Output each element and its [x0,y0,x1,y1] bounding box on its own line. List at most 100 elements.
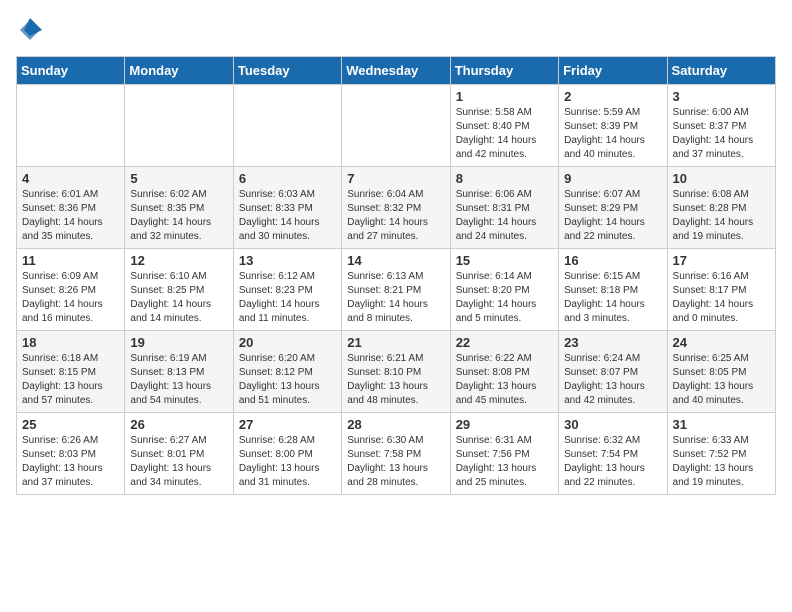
day-info: Sunrise: 6:32 AM Sunset: 7:54 PM Dayligh… [564,434,661,490]
day-info: Sunrise: 6:30 AM Sunset: 7:58 PM Dayligh… [347,434,444,490]
calendar-cell: 25 Sunrise: 6:26 AM Sunset: 8:03 PM Dayli… [17,413,125,495]
day-number: 16 [564,253,661,268]
calendar-cell: 24 Sunrise: 6:25 AM Sunset: 8:05 PM Dayli… [667,331,775,413]
day-info: Sunrise: 6:27 AM Sunset: 8:01 PM Dayligh… [130,434,227,490]
weekday-header-friday: Friday [559,57,667,85]
calendar-cell [342,85,450,167]
day-info: Sunrise: 6:31 AM Sunset: 7:56 PM Dayligh… [456,434,553,490]
day-info: Sunrise: 6:21 AM Sunset: 8:10 PM Dayligh… [347,352,444,408]
calendar-cell [233,85,341,167]
weekday-header-monday: Monday [125,57,233,85]
calendar-cell: 7Sunrise: 6:04 AM Sunset: 8:32 PM Daylig… [342,167,450,249]
day-number: 20 [239,335,336,350]
logo-icon [16,16,44,44]
calendar-cell: 21 Sunrise: 6:21 AM Sunset: 8:10 PM Dayli… [342,331,450,413]
weekday-header-row: SundayMondayTuesdayWednesdayThursdayFrid… [17,57,776,85]
day-info: Sunrise: 6:07 AM Sunset: 8:29 PM Dayligh… [564,188,661,244]
day-number: 18 [22,335,119,350]
day-number: 24 [673,335,770,350]
calendar-cell [125,85,233,167]
calendar-cell: 29 Sunrise: 6:31 AM Sunset: 7:56 PM Dayli… [450,413,558,495]
day-number: 30 [564,417,661,432]
calendar-cell: 31Sunrise: 6:33 AM Sunset: 7:52 PM Dayli… [667,413,775,495]
logo [16,16,48,44]
day-number: 21 [347,335,444,350]
calendar-cell: 9 Sunrise: 6:07 AM Sunset: 8:29 PM Daylig… [559,167,667,249]
calendar-cell: 13 Sunrise: 6:12 AM Sunset: 8:23 PM Dayli… [233,249,341,331]
day-number: 17 [673,253,770,268]
calendar-cell: 4 Sunrise: 6:01 AM Sunset: 8:36 PM Daylig… [17,167,125,249]
day-info: Sunrise: 6:12 AM Sunset: 8:23 PM Dayligh… [239,270,336,326]
day-info: Sunrise: 6:10 AM Sunset: 8:25 PM Dayligh… [130,270,227,326]
calendar-cell: 6 Sunrise: 6:03 AM Sunset: 8:33 PM Daylig… [233,167,341,249]
day-number: 19 [130,335,227,350]
day-number: 2 [564,89,661,104]
day-number: 1 [456,89,553,104]
weekday-header-sunday: Sunday [17,57,125,85]
calendar-table: SundayMondayTuesdayWednesdayThursdayFrid… [16,56,776,495]
day-info: Sunrise: 6:24 AM Sunset: 8:07 PM Dayligh… [564,352,661,408]
calendar-cell: 16 Sunrise: 6:15 AM Sunset: 8:18 PM Dayli… [559,249,667,331]
day-info: Sunrise: 6:20 AM Sunset: 8:12 PM Dayligh… [239,352,336,408]
day-number: 3 [673,89,770,104]
calendar-cell: 30 Sunrise: 6:32 AM Sunset: 7:54 PM Dayli… [559,413,667,495]
day-info: Sunrise: 6:19 AM Sunset: 8:13 PM Dayligh… [130,352,227,408]
day-number: 8 [456,171,553,186]
page-header [16,16,776,44]
day-number: 23 [564,335,661,350]
day-info: Sunrise: 6:00 AM Sunset: 8:37 PM Dayligh… [673,106,770,162]
weekday-header-saturday: Saturday [667,57,775,85]
day-number: 7 [347,171,444,186]
day-number: 15 [456,253,553,268]
day-number: 25 [22,417,119,432]
calendar-cell: 3 Sunrise: 6:00 AM Sunset: 8:37 PM Daylig… [667,85,775,167]
day-info: Sunrise: 6:01 AM Sunset: 8:36 PM Dayligh… [22,188,119,244]
calendar-cell: 22 Sunrise: 6:22 AM Sunset: 8:08 PM Dayli… [450,331,558,413]
calendar-cell: 10Sunrise: 6:08 AM Sunset: 8:28 PM Dayli… [667,167,775,249]
day-info: Sunrise: 6:26 AM Sunset: 8:03 PM Dayligh… [22,434,119,490]
day-number: 31 [673,417,770,432]
day-info: Sunrise: 6:03 AM Sunset: 8:33 PM Dayligh… [239,188,336,244]
day-info: Sunrise: 6:08 AM Sunset: 8:28 PM Dayligh… [673,188,770,244]
day-info: Sunrise: 6:02 AM Sunset: 8:35 PM Dayligh… [130,188,227,244]
day-info: Sunrise: 6:13 AM Sunset: 8:21 PM Dayligh… [347,270,444,326]
day-number: 11 [22,253,119,268]
weekday-header-tuesday: Tuesday [233,57,341,85]
day-info: Sunrise: 6:22 AM Sunset: 8:08 PM Dayligh… [456,352,553,408]
weekday-header-thursday: Thursday [450,57,558,85]
calendar-cell [17,85,125,167]
day-info: Sunrise: 6:15 AM Sunset: 8:18 PM Dayligh… [564,270,661,326]
day-number: 29 [456,417,553,432]
day-number: 5 [130,171,227,186]
day-info: Sunrise: 6:14 AM Sunset: 8:20 PM Dayligh… [456,270,553,326]
calendar-cell: 2 Sunrise: 5:59 AM Sunset: 8:39 PM Daylig… [559,85,667,167]
day-number: 13 [239,253,336,268]
calendar-cell: 8Sunrise: 6:06 AM Sunset: 8:31 PM Daylig… [450,167,558,249]
day-number: 27 [239,417,336,432]
day-info: Sunrise: 6:25 AM Sunset: 8:05 PM Dayligh… [673,352,770,408]
weekday-header-wednesday: Wednesday [342,57,450,85]
calendar-cell: 19 Sunrise: 6:19 AM Sunset: 8:13 PM Dayli… [125,331,233,413]
calendar-cell: 18 Sunrise: 6:18 AM Sunset: 8:15 PM Dayli… [17,331,125,413]
calendar-cell: 5 Sunrise: 6:02 AM Sunset: 8:35 PM Daylig… [125,167,233,249]
week-row-3: 11Sunrise: 6:09 AM Sunset: 8:26 PM Dayli… [17,249,776,331]
day-number: 9 [564,171,661,186]
day-number: 6 [239,171,336,186]
day-number: 26 [130,417,227,432]
calendar-cell: 1 Sunrise: 5:58 AM Sunset: 8:40 PM Daylig… [450,85,558,167]
calendar-cell: 20 Sunrise: 6:20 AM Sunset: 8:12 PM Dayli… [233,331,341,413]
day-number: 4 [22,171,119,186]
day-info: Sunrise: 6:18 AM Sunset: 8:15 PM Dayligh… [22,352,119,408]
day-number: 22 [456,335,553,350]
calendar-cell: 23 Sunrise: 6:24 AM Sunset: 8:07 PM Dayli… [559,331,667,413]
day-info: Sunrise: 5:59 AM Sunset: 8:39 PM Dayligh… [564,106,661,162]
week-row-5: 25 Sunrise: 6:26 AM Sunset: 8:03 PM Dayli… [17,413,776,495]
day-info: Sunrise: 5:58 AM Sunset: 8:40 PM Dayligh… [456,106,553,162]
calendar-cell: 14Sunrise: 6:13 AM Sunset: 8:21 PM Dayli… [342,249,450,331]
calendar-cell: 26 Sunrise: 6:27 AM Sunset: 8:01 PM Dayli… [125,413,233,495]
week-row-1: 1 Sunrise: 5:58 AM Sunset: 8:40 PM Daylig… [17,85,776,167]
calendar-cell: 17 Sunrise: 6:16 AM Sunset: 8:17 PM Dayli… [667,249,775,331]
day-number: 12 [130,253,227,268]
day-info: Sunrise: 6:16 AM Sunset: 8:17 PM Dayligh… [673,270,770,326]
day-info: Sunrise: 6:28 AM Sunset: 8:00 PM Dayligh… [239,434,336,490]
